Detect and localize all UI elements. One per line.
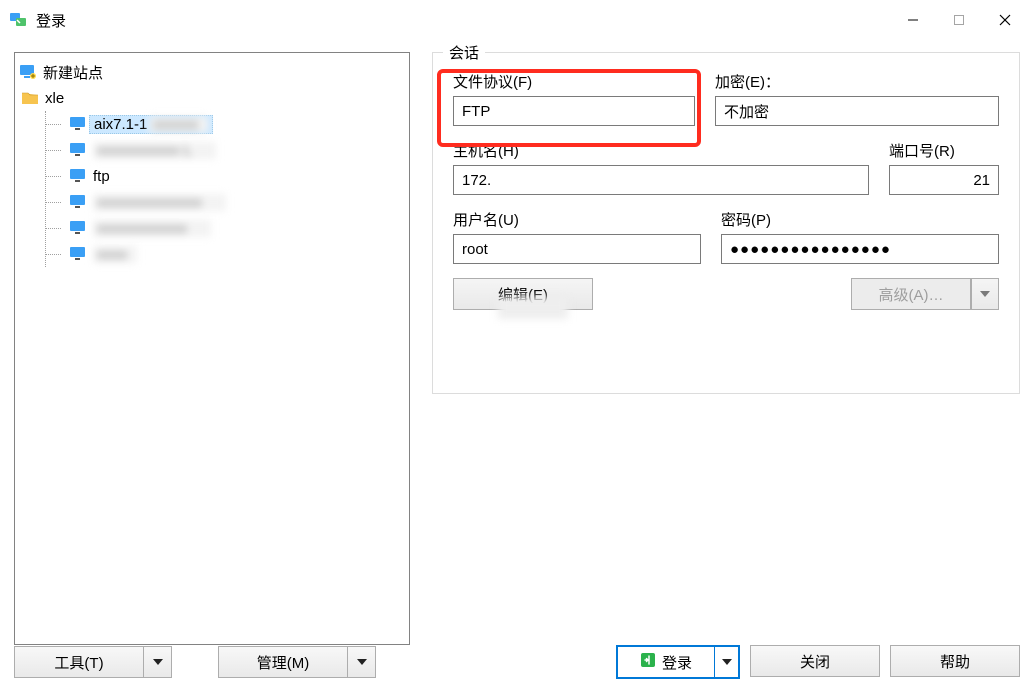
monitor-icon — [69, 245, 87, 263]
minimize-button[interactable] — [890, 5, 936, 35]
tree-site-item[interactable]: xxxxxxxxxxxxxx — [19, 189, 407, 215]
encryption-label: 加密(E)： — [715, 71, 999, 92]
tree-folder[interactable]: xle — [19, 85, 407, 111]
folder-icon — [21, 89, 39, 107]
tree-site-item[interactable]: xxxxxxxxxxxx — [19, 215, 407, 241]
protocol-select[interactable]: FTP — [453, 96, 695, 126]
tree-item-label: 新建站点 — [43, 62, 103, 83]
tree-site-item[interactable]: xxxxxxxxxxx L — [19, 137, 407, 163]
monitor-icon — [69, 167, 87, 185]
port-input[interactable] — [889, 165, 999, 195]
titlebar: 登录 — [0, 0, 1034, 40]
password-label: 密码(P) — [721, 209, 999, 230]
site-tree[interactable]: 新建站点 xle aix7.1-1xxxxxx — [14, 52, 410, 645]
login-icon — [640, 652, 656, 672]
session-group: 会话 文件协议(F) FTP 加密(E)： 不加密 — [432, 52, 1020, 394]
chevron-down-icon[interactable] — [348, 646, 376, 678]
host-input[interactable] — [453, 165, 869, 195]
app-icon — [10, 11, 28, 29]
monitor-icon — [69, 219, 87, 237]
chevron-down-icon[interactable] — [144, 646, 172, 678]
monitor-icon — [69, 115, 87, 133]
tree-item-label: xxxxxxxxxxxxxx — [93, 194, 226, 211]
tree-new-site[interactable]: 新建站点 — [19, 59, 407, 85]
advanced-dropdown-arrow[interactable] — [971, 278, 999, 310]
port-label: 端口号(R) — [889, 140, 999, 161]
tree-item-label: xle — [45, 90, 64, 107]
tree-item-label: ftp — [93, 168, 110, 185]
monitor-icon — [19, 63, 37, 81]
advanced-button[interactable]: 高级(A)… — [851, 278, 971, 310]
window-title: 登录 — [36, 10, 66, 31]
tree-item-label: xxxxxxxxxxxx — [93, 220, 211, 237]
tree-item-label: xxxx — [93, 246, 137, 263]
encryption-select[interactable]: 不加密 — [715, 96, 999, 126]
tools-button[interactable]: 工具(T) — [14, 646, 172, 678]
username-label: 用户名(U) — [453, 209, 701, 230]
edit-button[interactable]: 编辑(E) — [453, 278, 593, 310]
maximize-button[interactable] — [936, 5, 982, 35]
tree-item-label: xxxxxxxxxxx L — [93, 142, 216, 159]
monitor-icon — [69, 141, 87, 159]
window-controls — [890, 5, 1028, 35]
close-button[interactable] — [982, 5, 1028, 35]
close-dialog-button[interactable]: 关闭 — [750, 645, 880, 677]
protocol-label: 文件协议(F) — [453, 71, 695, 92]
session-legend: 会话 — [443, 42, 485, 63]
tree-site-item[interactable]: ftp — [19, 163, 407, 189]
login-button[interactable]: 登录 — [616, 645, 740, 679]
tree-item-label: aix7.1-1xxxxxx — [89, 115, 213, 134]
tree-site-item[interactable]: xxxx — [19, 241, 407, 267]
chevron-down-icon[interactable] — [714, 647, 738, 677]
footer-bar: 工具(T) 管理(M) 登录 关闭 帮助 — [0, 645, 1034, 689]
username-input[interactable] — [453, 234, 701, 264]
monitor-icon — [69, 193, 87, 211]
help-button[interactable]: 帮助 — [890, 645, 1020, 677]
tree-site-item[interactable]: aix7.1-1xxxxxx — [19, 111, 407, 137]
password-input[interactable] — [721, 234, 999, 264]
manage-button[interactable]: 管理(M) — [218, 646, 376, 678]
host-label: 主机名(H) — [453, 140, 869, 161]
